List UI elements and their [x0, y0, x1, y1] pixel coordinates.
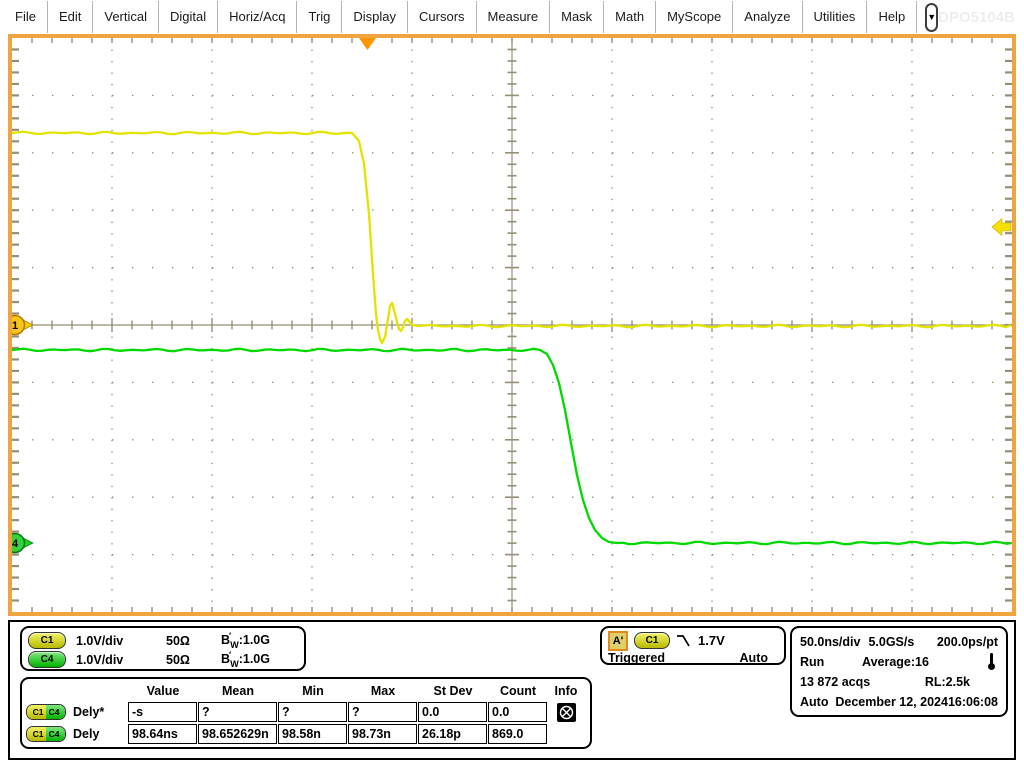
info-warning-icon: [557, 703, 576, 722]
point-resolution-value: 200.0ps/pt: [937, 635, 998, 649]
readout-panel: C1 1.0V/div 50Ω B′W:1.0G C4 1.0V/div 50Ω…: [8, 620, 1016, 760]
menu-item-file[interactable]: File: [4, 1, 48, 33]
acq-state: Run: [800, 655, 862, 669]
ch1-bandwidth: B′W:1.0G: [221, 631, 270, 650]
meas-cell: 98.64ns: [128, 724, 197, 744]
menu-item-measure[interactable]: Measure: [477, 1, 551, 33]
ch1-readout-row[interactable]: C1 1.0V/div 50Ω B′W:1.0G: [22, 631, 304, 650]
meas-cell: 869.0: [488, 724, 547, 744]
badge-c1-label: C1: [27, 705, 46, 719]
falling-edge-icon: [676, 633, 692, 648]
badge-c4-label: C4: [46, 727, 65, 741]
acquisition-count: 13 872 acqs: [800, 675, 870, 689]
graticule: 1 4: [12, 38, 1012, 612]
ch4-bandwidth: B′W:1.0G: [221, 650, 270, 669]
trigger-level-value: 1.7V: [698, 633, 725, 648]
meas-cell: ?: [278, 702, 347, 722]
menu-item-vertical[interactable]: Vertical: [93, 1, 159, 33]
trigger-source-badge: C1: [634, 632, 670, 649]
scope-model-label: DPO5104B: [938, 9, 1015, 26]
meas-header-mean: Mean: [198, 684, 278, 698]
meas-cell: ?: [348, 702, 417, 722]
thermometer-icon: [986, 653, 996, 671]
date-value: December 12, 2024: [835, 695, 948, 709]
ch4-scale: 1.0V/div: [76, 653, 166, 667]
record-length: RL:2.5k: [925, 675, 970, 689]
ch1-badge: C1: [28, 632, 66, 649]
ch4-badge: C4: [28, 651, 66, 668]
meas-cell: 98.73n: [348, 724, 417, 744]
meas-name: Dely*: [73, 705, 104, 719]
menu-item-digital[interactable]: Digital: [159, 1, 218, 33]
meas-header-st-dev: St Dev: [418, 684, 488, 698]
ch4-readout-row[interactable]: C4 1.0V/div 50Ω B′W:1.0G: [22, 650, 304, 669]
badge-c4-label: C4: [46, 705, 65, 719]
trigger-status: Triggered: [608, 651, 665, 665]
average-count: Average:16: [862, 655, 929, 669]
meas-header-min: Min: [278, 684, 348, 698]
meas-cell: 0.0: [418, 702, 487, 722]
menu-item-mask[interactable]: Mask: [550, 1, 604, 33]
ch1-marker-label: 1: [12, 320, 18, 332]
acquisition-readout-box[interactable]: 50.0ns/div 5.0GS/s 200.0ps/pt Run Averag…: [790, 626, 1008, 717]
time-value: 16:06:08: [948, 695, 998, 709]
measurement-table[interactable]: ValueMeanMinMaxSt DevCountInfo C1C4 Dely*…: [20, 677, 592, 749]
meas-cell: 98.58n: [278, 724, 347, 744]
meas-header-value: Value: [128, 684, 198, 698]
meas-cell: 0.0: [488, 702, 547, 722]
menu-item-cursors[interactable]: Cursors: [408, 1, 477, 33]
meas-info-cell[interactable]: [548, 703, 584, 722]
measurement-row-dely[interactable]: C1C4Dely*-s???0.00.0: [26, 701, 590, 723]
ch1-badge-label: C1: [41, 635, 54, 646]
meas-source-badge: C1C4: [26, 726, 66, 742]
meas-name: Dely: [73, 727, 99, 741]
meas-source-badge: C1C4: [26, 704, 66, 720]
ch4-termination: 50Ω: [166, 653, 221, 667]
menu-item-edit[interactable]: Edit: [48, 1, 93, 33]
ch1-scale: 1.0V/div: [76, 634, 166, 648]
menu-item-display[interactable]: Display: [342, 1, 408, 33]
trigger-mode-status: Auto: [800, 695, 835, 709]
menu-item-analyze[interactable]: Analyze: [733, 1, 802, 33]
trigger-a-badge: A': [608, 631, 628, 651]
measurement-header-row: ValueMeanMinMaxSt DevCountInfo: [26, 681, 590, 701]
menu-item-horiz-acq[interactable]: Horiz/Acq: [218, 1, 297, 33]
ch4-badge-label: C4: [41, 654, 54, 665]
menu-overflow-button[interactable]: ▼: [925, 3, 938, 32]
chevron-down-icon: ▼: [927, 12, 936, 22]
menu-items: FileEditVerticalDigitalHoriz/AcqTrigDisp…: [4, 1, 917, 33]
trigger-mode: Auto: [740, 651, 768, 665]
menu-item-utilities[interactable]: Utilities: [803, 1, 868, 33]
badge-c1-label: C1: [27, 727, 46, 741]
meas-cell: 26.18p: [418, 724, 487, 744]
menu-bar: FileEditVerticalDigitalHoriz/AcqTrigDisp…: [0, 0, 1024, 34]
menu-item-help[interactable]: Help: [867, 1, 917, 33]
meas-header-info: Info: [548, 684, 584, 698]
timebase-value: 50.0ns/div: [800, 635, 860, 649]
meas-cell: ?: [198, 702, 277, 722]
menu-item-math[interactable]: Math: [604, 1, 656, 33]
ch1-reference-marker[interactable]: 1: [12, 316, 33, 335]
trigger-source-label: C1: [646, 635, 659, 646]
ch4-marker-label: 4: [12, 538, 19, 550]
meas-header-count: Count: [488, 684, 548, 698]
sample-rate-value: 5.0GS/s: [868, 635, 914, 649]
waveform-display[interactable]: 1 4: [8, 34, 1016, 616]
meas-cell: -s: [128, 702, 197, 722]
meas-header-max: Max: [348, 684, 418, 698]
trigger-readout-box[interactable]: A' C1 1.7V Triggered Auto: [600, 626, 786, 665]
ch4-reference-marker[interactable]: 4: [12, 534, 33, 553]
menu-item-myscope[interactable]: MyScope: [656, 1, 733, 33]
channel-readout-box[interactable]: C1 1.0V/div 50Ω B′W:1.0G C4 1.0V/div 50Ω…: [20, 626, 306, 671]
meas-cell: 98.652629n: [198, 724, 277, 744]
trigger-position-marker[interactable]: [359, 38, 376, 50]
menu-item-trig[interactable]: Trig: [297, 1, 342, 33]
ch1-termination: 50Ω: [166, 634, 221, 648]
measurement-row-dely[interactable]: C1C4 Dely 98.64ns98.652629n98.58n98.73n26.…: [26, 723, 590, 745]
